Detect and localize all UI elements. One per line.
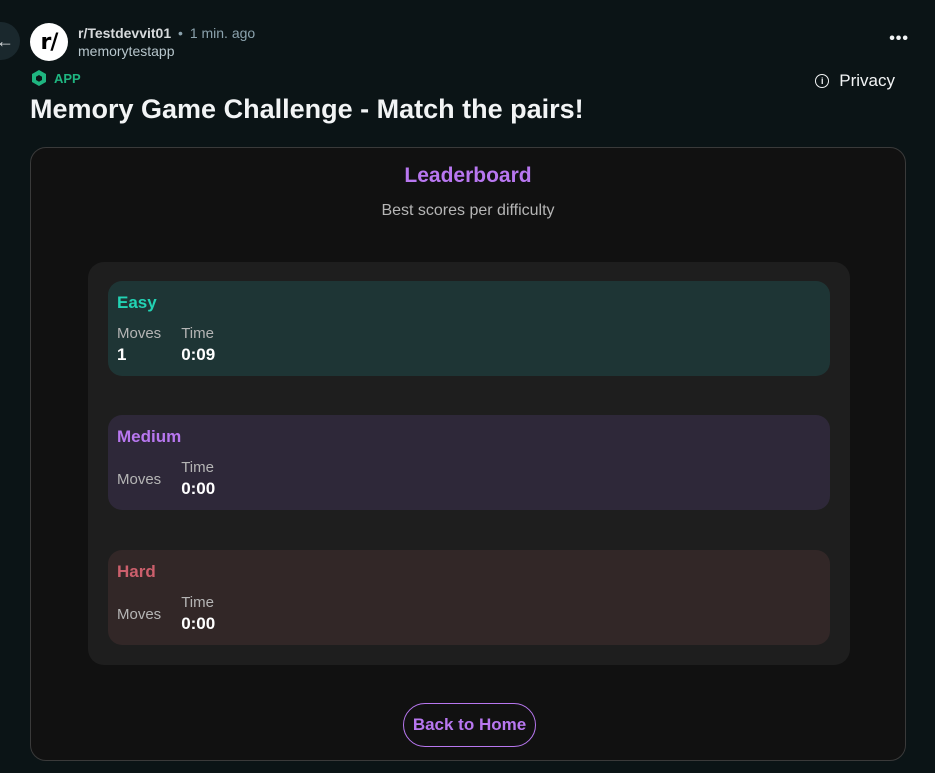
difficulty-label: Hard xyxy=(117,562,156,581)
back-to-home-button[interactable]: Back to Home xyxy=(403,703,536,747)
post-author[interactable]: memorytestapp xyxy=(78,42,255,60)
app-cube-icon xyxy=(32,70,46,86)
stats-row: Moves Time 0:00 xyxy=(117,593,215,637)
leaderboard-card-hard: Hard Moves Time 0:00 xyxy=(108,550,830,645)
moves-label: Moves xyxy=(117,471,162,488)
moves-value: 1 xyxy=(117,345,127,364)
leaderboard-panel: Easy Moves 1 Time 0:09 Medium Moves Time… xyxy=(88,262,850,665)
moves-label: Moves xyxy=(117,325,162,342)
difficulty-label: Easy xyxy=(117,293,157,312)
post-meta: r/Testdevvit01 • 1 min. ago memorytestap… xyxy=(78,24,255,60)
moves-stat: Moves xyxy=(117,593,161,637)
more-options-button[interactable]: ••• xyxy=(889,30,909,48)
back-button[interactable]: ← xyxy=(0,22,20,60)
difficulty-label: Medium xyxy=(117,427,182,446)
info-icon: i xyxy=(815,74,830,88)
privacy-button[interactable]: i Privacy xyxy=(815,71,895,91)
time-value: 0:09 xyxy=(181,345,216,364)
time-label: Time xyxy=(181,325,214,342)
stats-row: Moves Time 0:00 xyxy=(117,458,215,502)
leaderboard-subtitle: Best scores per difficulty xyxy=(381,202,555,219)
app-badge-label: APP xyxy=(54,70,81,86)
more-horizontal-icon: ••• xyxy=(889,30,909,47)
time-stat: Time 0:00 xyxy=(181,458,215,502)
subreddit-avatar[interactable]: r/ xyxy=(30,23,68,61)
time-value: 0:00 xyxy=(181,479,216,498)
leaderboard-title: Leaderboard xyxy=(404,164,532,187)
app-badge: APP xyxy=(30,69,81,87)
moves-stat: Moves xyxy=(117,458,161,502)
post-title[interactable]: Memory Game Challenge - Match the pairs! xyxy=(30,94,584,125)
time-stat: Time 0:00 xyxy=(181,593,215,637)
stats-row: Moves 1 Time 0:09 xyxy=(117,324,215,366)
time-label: Time xyxy=(181,459,214,476)
meta-separator: • xyxy=(178,25,183,41)
time-stat: Time 0:09 xyxy=(181,324,215,366)
moves-label: Moves xyxy=(117,606,162,623)
subreddit-link[interactable]: r/Testdevvit01 xyxy=(78,25,171,41)
time-label: Time xyxy=(181,594,214,611)
privacy-label: Privacy xyxy=(839,71,895,90)
post-time: 1 min. ago xyxy=(189,25,256,41)
leaderboard-card-medium: Medium Moves Time 0:00 xyxy=(108,415,830,510)
leaderboard-card-easy: Easy Moves 1 Time 0:09 xyxy=(108,281,830,376)
app-frame: Leaderboard Best scores per difficulty E… xyxy=(30,147,906,761)
moves-stat: Moves 1 xyxy=(117,324,161,366)
back-arrow-icon: ← xyxy=(0,30,14,51)
time-value: 0:00 xyxy=(181,614,216,633)
avatar-text: r/ xyxy=(40,29,59,55)
